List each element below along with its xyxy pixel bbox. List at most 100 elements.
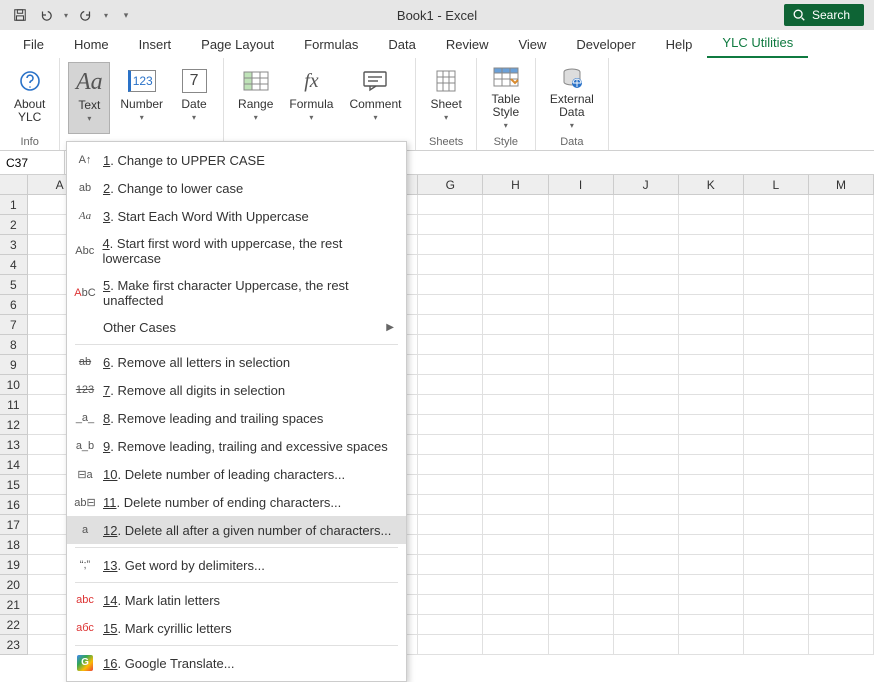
menu-item-5[interactable]: AbC5. Make first character Uppercase, th…: [67, 272, 406, 314]
tab-file[interactable]: File: [8, 31, 59, 58]
col-header-J[interactable]: J: [614, 175, 679, 194]
cell[interactable]: [418, 255, 483, 275]
cell[interactable]: [679, 575, 744, 595]
cell[interactable]: [744, 595, 809, 615]
cell[interactable]: [614, 375, 679, 395]
ribbon-btn-sheet[interactable]: Sheet▾: [424, 62, 467, 134]
cell[interactable]: [418, 495, 483, 515]
cell[interactable]: [614, 315, 679, 335]
cell[interactable]: [549, 415, 614, 435]
cell[interactable]: [679, 555, 744, 575]
row-header[interactable]: 4: [0, 255, 28, 275]
cell[interactable]: [549, 575, 614, 595]
cell[interactable]: [679, 595, 744, 615]
cell[interactable]: [549, 235, 614, 255]
cell[interactable]: [809, 635, 874, 655]
cell[interactable]: [418, 375, 483, 395]
cell[interactable]: [744, 395, 809, 415]
redo-dropdown-icon[interactable]: ▾: [100, 3, 112, 27]
row-header[interactable]: 20: [0, 575, 28, 595]
tab-view[interactable]: View: [503, 31, 561, 58]
cell[interactable]: [614, 635, 679, 655]
row-header[interactable]: 23: [0, 635, 28, 655]
cell[interactable]: [744, 515, 809, 535]
row-header[interactable]: 19: [0, 555, 28, 575]
cell[interactable]: [418, 395, 483, 415]
menu-item-15[interactable]: абс15. Mark cyrillic letters: [67, 614, 406, 642]
cell[interactable]: [679, 455, 744, 475]
row-header[interactable]: 15: [0, 475, 28, 495]
ribbon-btn-table-style[interactable]: TableStyle▾: [485, 62, 527, 134]
cell[interactable]: [744, 315, 809, 335]
cell[interactable]: [679, 415, 744, 435]
cell[interactable]: [418, 215, 483, 235]
cell[interactable]: [614, 455, 679, 475]
menu-item-11[interactable]: ab⊟11. Delete number of ending character…: [67, 488, 406, 516]
cell[interactable]: [549, 535, 614, 555]
cell[interactable]: [418, 355, 483, 375]
cell[interactable]: [744, 375, 809, 395]
cell[interactable]: [483, 495, 548, 515]
menu-item-16[interactable]: G16. Google Translate...: [67, 649, 406, 677]
cell[interactable]: [614, 615, 679, 635]
cell[interactable]: [679, 615, 744, 635]
cell[interactable]: [744, 495, 809, 515]
cell[interactable]: [679, 375, 744, 395]
cell[interactable]: [418, 595, 483, 615]
cell[interactable]: [549, 355, 614, 375]
cell[interactable]: [744, 615, 809, 635]
cell[interactable]: [549, 475, 614, 495]
col-header-M[interactable]: M: [809, 175, 874, 194]
menu-item-7[interactable]: 1237. Remove all digits in selection: [67, 376, 406, 404]
ribbon-btn-external-data[interactable]: ExternalData▾: [544, 62, 600, 134]
cell[interactable]: [549, 275, 614, 295]
cell[interactable]: [418, 615, 483, 635]
cell[interactable]: [418, 195, 483, 215]
ribbon-btn-about-ylc[interactable]: AboutYLC: [8, 62, 51, 134]
cell[interactable]: [679, 215, 744, 235]
undo-dropdown-icon[interactable]: ▾: [60, 3, 72, 27]
cell[interactable]: [483, 195, 548, 215]
cell[interactable]: [744, 555, 809, 575]
cell[interactable]: [614, 535, 679, 555]
cell[interactable]: [744, 235, 809, 255]
cell[interactable]: [679, 315, 744, 335]
cell[interactable]: [549, 295, 614, 315]
row-header[interactable]: 10: [0, 375, 28, 395]
row-header[interactable]: 14: [0, 455, 28, 475]
cell[interactable]: [483, 595, 548, 615]
row-header[interactable]: 16: [0, 495, 28, 515]
menu-item-9[interactable]: a_b9. Remove leading, trailing and exces…: [67, 432, 406, 460]
cell[interactable]: [679, 535, 744, 555]
tab-ylc-utilities[interactable]: YLC Utilities: [707, 29, 808, 58]
cell[interactable]: [809, 295, 874, 315]
cell[interactable]: [614, 515, 679, 535]
cell[interactable]: [744, 435, 809, 455]
cell[interactable]: [549, 595, 614, 615]
cell[interactable]: [679, 255, 744, 275]
cell[interactable]: [418, 415, 483, 435]
cell[interactable]: [679, 515, 744, 535]
col-header-H[interactable]: H: [483, 175, 548, 194]
cell[interactable]: [418, 235, 483, 255]
cell[interactable]: [549, 495, 614, 515]
cell[interactable]: [809, 535, 874, 555]
menu-item-1[interactable]: A↑1. Change to UPPER CASE: [67, 146, 406, 174]
name-box[interactable]: [0, 151, 65, 174]
cell[interactable]: [549, 555, 614, 575]
cell[interactable]: [614, 255, 679, 275]
cell[interactable]: [614, 195, 679, 215]
cell[interactable]: [809, 475, 874, 495]
cell[interactable]: [549, 455, 614, 475]
cell[interactable]: [809, 555, 874, 575]
undo-icon[interactable]: [34, 3, 58, 27]
cell[interactable]: [549, 335, 614, 355]
menu-item-other-cases[interactable]: Other Cases▶: [67, 314, 406, 341]
cell[interactable]: [418, 435, 483, 455]
row-header[interactable]: 2: [0, 215, 28, 235]
menu-item-6[interactable]: ab6. Remove all letters in selection: [67, 348, 406, 376]
row-header[interactable]: 13: [0, 435, 28, 455]
redo-icon[interactable]: [74, 3, 98, 27]
cell[interactable]: [483, 395, 548, 415]
cell[interactable]: [809, 435, 874, 455]
